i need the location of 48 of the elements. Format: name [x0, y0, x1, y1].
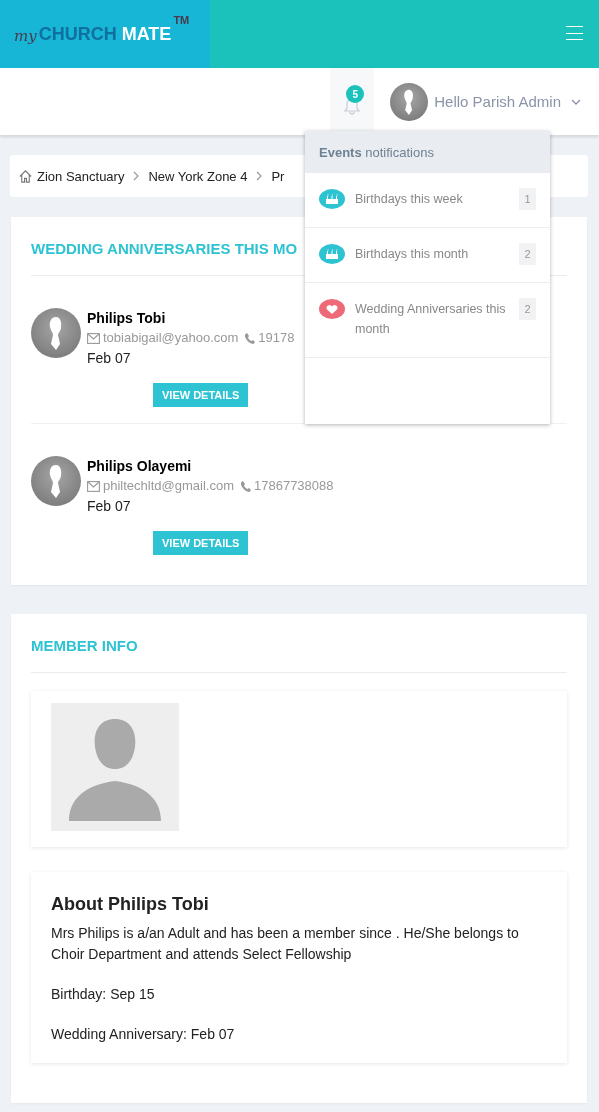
- user-greeting[interactable]: Hello Parish Admin: [434, 93, 561, 110]
- breadcrumb-link[interactable]: New York Zone 4: [148, 168, 248, 184]
- logo-text: MATE: [121, 23, 172, 45]
- envelope-icon: [87, 480, 100, 492]
- member-date: Feb 07: [87, 349, 132, 368]
- breadcrumb-link[interactable]: Zion Sanctuary: [37, 168, 125, 184]
- notification-count: 2: [519, 243, 536, 265]
- notification-count: 2: [519, 298, 536, 320]
- member-email: tobiabigail@yahoo.com: [103, 329, 239, 347]
- notification-label: Birthdays this month: [355, 246, 469, 263]
- notification-count: 1: [519, 188, 536, 210]
- breadcrumb-link[interactable]: Pr: [271, 168, 285, 184]
- notification-label: Birthdays this week: [355, 191, 463, 208]
- card-title: MEMBER INFO: [31, 614, 567, 673]
- logo-text: CHURCH: [38, 23, 117, 45]
- member-email: philtechltd@gmail.com: [103, 477, 234, 495]
- member-phone: 19178: [258, 329, 295, 347]
- logo-script-text: my: [14, 27, 37, 45]
- member-name: Philips Tobi: [87, 309, 167, 328]
- avatar-icon: [31, 456, 81, 506]
- member-date: Feb 07: [87, 497, 132, 516]
- notification-badge: 5: [346, 85, 365, 103]
- member-phone: 17867738088: [254, 477, 334, 495]
- about-title: About Philips Tobi: [51, 894, 210, 915]
- home-icon[interactable]: [18, 168, 33, 184]
- notification-item[interactable]: Wedding Anniversaries this month 2: [305, 283, 550, 358]
- trademark-mark: TM: [173, 14, 190, 26]
- notification-item[interactable]: Birthdays this month 2: [305, 228, 550, 283]
- cake-icon: [319, 244, 345, 264]
- chevron-right-icon: [256, 171, 263, 181]
- avatar-icon: [31, 308, 81, 358]
- about-text: Birthday: Sep 15: [51, 985, 156, 1004]
- about-text: Mrs Philips is a/an Adult and has been a member since . He/She belongs to Choir Department and attends Select Fellowship: [51, 924, 520, 964]
- chevron-right-icon: [133, 171, 140, 181]
- member-name: Philips Olayemi: [87, 457, 193, 476]
- avatar-icon: [390, 82, 429, 121]
- chevron-down-icon[interactable]: [571, 98, 581, 105]
- dropdown-title: Events notifications: [319, 144, 434, 160]
- phone-icon: [241, 480, 251, 492]
- about-text: Wedding Anniversary: Feb 07: [51, 1025, 236, 1044]
- view-details-button[interactable]: VIEW DETAILS: [153, 531, 249, 555]
- menu-icon[interactable]: [566, 26, 583, 40]
- notification-item[interactable]: Birthdays this week 1: [305, 173, 550, 228]
- envelope-icon: [87, 332, 100, 344]
- view-details-button[interactable]: VIEW DETAILS: [153, 383, 249, 407]
- notification-label: Wedding Anniversaries this month: [355, 301, 507, 338]
- phone-icon: [245, 332, 256, 344]
- cake-icon: [319, 189, 345, 209]
